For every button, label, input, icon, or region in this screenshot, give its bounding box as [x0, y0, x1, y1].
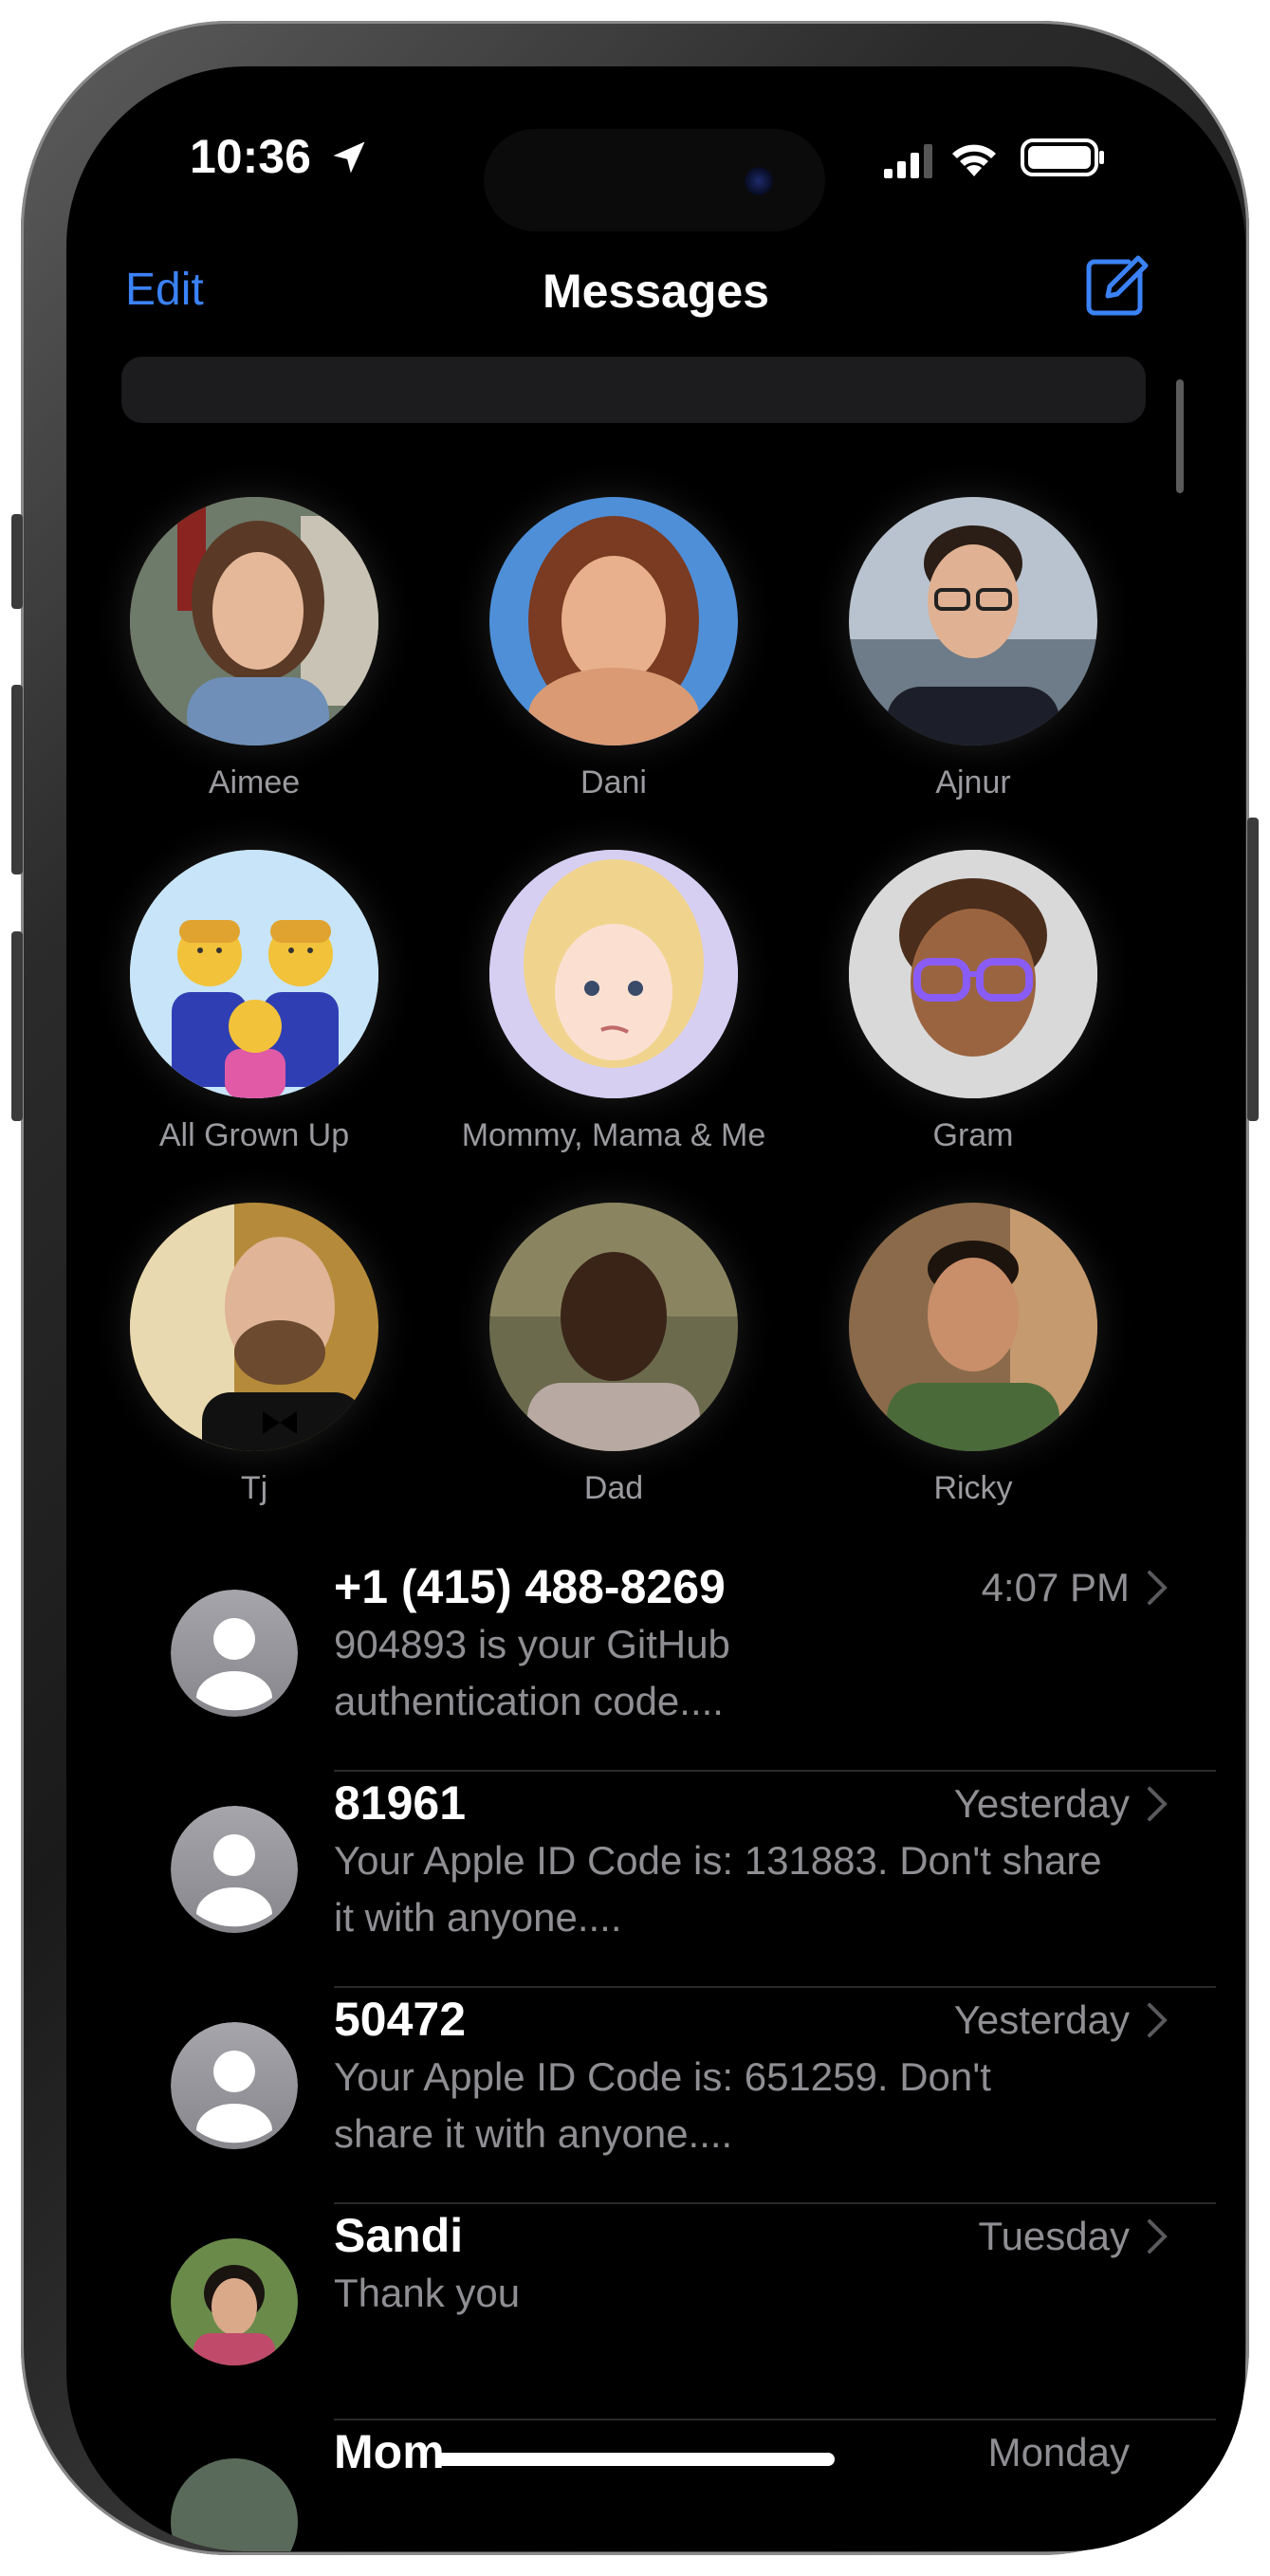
pinned-name: Ricky: [933, 1470, 1013, 1506]
conversation-time: Yesterday: [953, 1781, 1130, 1826]
action-button: [11, 514, 23, 609]
pinned-contact-dani[interactable]: Dani: [433, 497, 794, 801]
scroll-indicator[interactable]: [1176, 379, 1184, 493]
search-field[interactable]: [121, 357, 1146, 423]
wifi-icon: [952, 144, 996, 176]
avatar: [130, 497, 378, 745]
preview-line: 904893 is your GitHub: [334, 1622, 730, 1666]
conversation-preview: 904893 is your GitHub authentication cod…: [334, 1616, 1150, 1730]
compose-icon[interactable]: [1079, 250, 1150, 321]
avatar: [489, 497, 738, 745]
conversation-row[interactable]: Mom Monday: [66, 2424, 1245, 2551]
screen: 10:36 Edit Messages Aimee Dani Ajnur All…: [66, 66, 1245, 2551]
person-placeholder-icon: [171, 1590, 298, 1717]
status-time: 10:36: [190, 130, 311, 183]
avatar: [849, 1203, 1097, 1451]
home-indicator[interactable]: [436, 2453, 835, 2466]
power-button: [1247, 818, 1259, 1121]
chevron-right-icon: [1148, 1787, 1168, 1821]
pinned-group-mommy-mama-me[interactable]: Mommy, Mama & Me: [433, 850, 794, 1154]
pinned-group-all-grown-up[interactable]: All Grown Up: [74, 850, 434, 1154]
pinned-contact-ricky[interactable]: Ricky: [793, 1203, 1153, 1507]
avatar: [849, 850, 1097, 1098]
divider: [334, 2202, 1216, 2204]
conversation-row[interactable]: 81961 Yesterday Your Apple ID Code is: 1…: [66, 1776, 1245, 1992]
conversation-row[interactable]: +1 (415) 488-8269 4:07 PM 904893 is your…: [66, 1559, 1245, 1776]
pinned-name: Dad: [583, 1470, 644, 1506]
avatar: [130, 1203, 378, 1451]
pinned-name: Gram: [932, 1117, 1014, 1153]
conversation-row[interactable]: 50472 Yesterday Your Apple ID Code is: 6…: [66, 1992, 1245, 2208]
page-title: Messages: [542, 265, 770, 318]
conversation-preview: Your Apple ID Code is: 131883. Don't sha…: [334, 1832, 1150, 1946]
pinned-name: Dani: [580, 764, 647, 800]
conversation-time: Monday: [987, 2430, 1130, 2475]
pinned-contact-gram[interactable]: Gram: [793, 850, 1153, 1154]
conversation-name: Sandi: [334, 2209, 464, 2262]
conversation-name: 50472: [334, 1993, 467, 2046]
divider: [334, 1986, 1216, 1988]
pinned-name: Ajnur: [935, 764, 1011, 800]
pinned-contact-aimee[interactable]: Aimee: [74, 497, 434, 801]
conversation-preview: Your Apple ID Code is: 651259. Don't sha…: [334, 2049, 1150, 2162]
divider: [334, 2419, 1216, 2420]
chevron-right-icon: [1148, 2219, 1168, 2254]
conversation-preview: Thank you: [334, 2265, 1150, 2322]
conversation-time: Tuesday: [978, 2214, 1130, 2258]
preview-line: Your Apple ID Code is: 651259. Don't: [334, 2054, 991, 2099]
avatar: [171, 2238, 298, 2365]
pinned-name: Aimee: [208, 764, 301, 800]
preview-line: authentication code....: [334, 1679, 724, 1723]
avatar: [849, 497, 1097, 745]
conversation-name: Mom: [334, 2425, 445, 2478]
preview-line: Thank you: [334, 2271, 521, 2315]
chevron-right-icon: [1148, 1571, 1168, 1605]
location-arrow-icon: [333, 141, 365, 174]
preview-line: share it with anyone....: [334, 2111, 733, 2156]
pinned-name: Mommy, Mama & Me: [461, 1117, 766, 1153]
pinned-contact-ajnur[interactable]: Ajnur: [793, 497, 1153, 801]
pinned-contact-tj[interactable]: Tj: [74, 1203, 434, 1507]
avatar: [130, 850, 378, 1098]
preview-line: Your Apple ID Code is: 131883. Don't sha…: [334, 1838, 1102, 1883]
preview-line: it with anyone....: [334, 1895, 622, 1940]
pinned-name: Tj: [240, 1470, 268, 1506]
person-placeholder-icon: [171, 1806, 298, 1933]
chevron-right-icon: [1148, 2003, 1168, 2037]
pinned-name: All Grown Up: [158, 1117, 350, 1153]
conversation-time: 4:07 PM: [981, 1565, 1130, 1610]
cellular-signal-icon: [884, 144, 932, 178]
avatar: [489, 1203, 738, 1451]
avatar: [171, 2458, 298, 2551]
camera-icon: [745, 167, 773, 195]
dynamic-island: [484, 129, 825, 231]
conversation-name: +1 (415) 488-8269: [334, 1560, 726, 1613]
pinned-contact-dad[interactable]: Dad: [433, 1203, 794, 1507]
person-placeholder-icon: [171, 2022, 298, 2149]
volume-up-button: [11, 685, 23, 874]
avatar: [489, 850, 738, 1098]
conversation-name: 81961: [334, 1776, 467, 1830]
conversation-row[interactable]: Sandi Tuesday Thank you: [66, 2208, 1245, 2424]
divider: [334, 1770, 1216, 1772]
volume-down-button: [11, 931, 23, 1121]
conversation-time: Yesterday: [953, 1997, 1130, 2042]
battery-icon: [1021, 138, 1104, 176]
